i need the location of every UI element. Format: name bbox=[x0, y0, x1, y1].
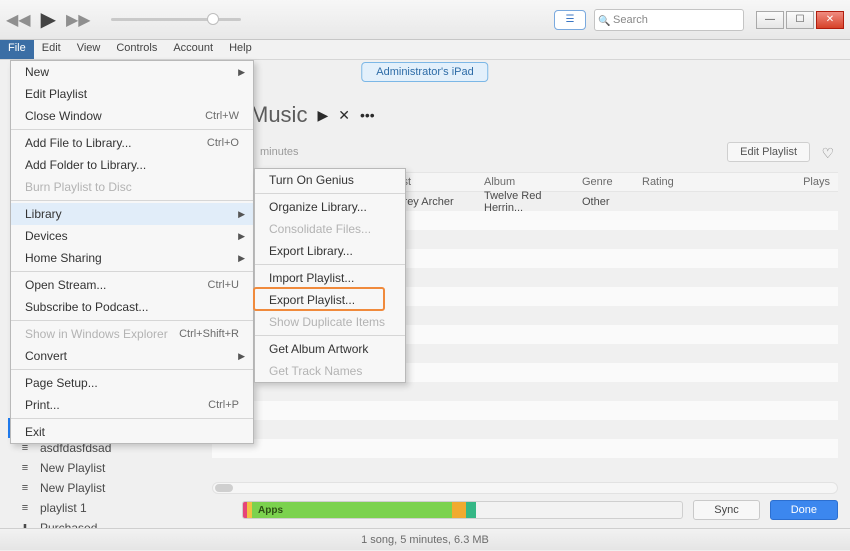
menu-item[interactable]: Print...Ctrl+P bbox=[11, 394, 253, 416]
col-genre[interactable]: Genre bbox=[576, 176, 636, 188]
love-icon[interactable]: ♡ bbox=[821, 145, 834, 162]
menu-file[interactable]: File bbox=[0, 40, 34, 59]
close-button[interactable]: ✕ bbox=[816, 11, 844, 29]
play-button[interactable]: ▶ bbox=[41, 7, 56, 32]
col-rating[interactable]: Rating bbox=[636, 176, 696, 188]
table-row[interactable] bbox=[212, 439, 838, 458]
play-all-icon[interactable]: ▶ bbox=[317, 107, 328, 124]
menu-item[interactable]: Get Album Artwork bbox=[255, 338, 405, 360]
shuffle-icon[interactable]: ✕ bbox=[338, 107, 350, 124]
menu-item: Consolidate Files... bbox=[255, 218, 405, 240]
sync-button[interactable]: Sync bbox=[693, 500, 759, 520]
table-row[interactable] bbox=[212, 420, 838, 439]
maximize-button[interactable]: ☐ bbox=[786, 11, 814, 29]
titlebar-right: ☰ Search — ☐ ✕ bbox=[554, 9, 844, 31]
more-icon[interactable]: ••• bbox=[360, 107, 375, 123]
list-view-toggle[interactable]: ☰ bbox=[554, 10, 586, 30]
playlist-subinfo: minutes bbox=[260, 146, 299, 158]
col-album[interactable]: Album bbox=[478, 176, 576, 188]
menu-item[interactable]: Close WindowCtrl+W bbox=[11, 105, 253, 127]
device-pill[interactable]: Administrator's iPad bbox=[361, 62, 488, 82]
storage-bar-row: Apps Sync Done bbox=[242, 500, 838, 520]
menu-item: Show in Windows ExplorerCtrl+Shift+R bbox=[11, 323, 253, 345]
window-buttons: — ☐ ✕ bbox=[756, 11, 844, 29]
next-track-button[interactable]: ▶▶ bbox=[66, 10, 91, 30]
menu-item[interactable]: Export Playlist... bbox=[255, 289, 405, 311]
prev-track-button[interactable]: ◀◀ bbox=[6, 10, 31, 30]
menu-item[interactable]: Export Library... bbox=[255, 240, 405, 262]
menu-item[interactable]: Add File to Library...Ctrl+O bbox=[11, 132, 253, 154]
volume-thumb[interactable] bbox=[207, 13, 219, 25]
library-submenu: Turn On Genius Organize Library...Consoli… bbox=[254, 168, 406, 383]
sidebar-label: playlist 1 bbox=[40, 501, 87, 515]
storage-seg-orange bbox=[452, 502, 466, 518]
cell-album: Twelve Red Herrin... bbox=[478, 190, 576, 214]
menu-controls[interactable]: Controls bbox=[108, 40, 165, 59]
table-row[interactable] bbox=[212, 401, 838, 420]
menubar: FileEditViewControlsAccountHelp bbox=[0, 40, 850, 60]
menu-item[interactable]: Library▶ bbox=[11, 203, 253, 225]
done-button[interactable]: Done bbox=[770, 500, 838, 520]
cell-genre: Other bbox=[576, 196, 636, 208]
menu-item: Get Track Names bbox=[255, 360, 405, 382]
page-title: Music bbox=[250, 102, 307, 128]
transport-controls: ◀◀ ▶ ▶▶ bbox=[6, 7, 241, 32]
sidebar-item[interactable]: ≡ playlist 1 bbox=[8, 498, 208, 518]
sidebar-item[interactable]: ≡ New Playlist bbox=[8, 458, 208, 478]
storage-seg-teal bbox=[466, 502, 476, 518]
menu-item[interactable]: Subscribe to Podcast... bbox=[11, 296, 253, 318]
menu-edit[interactable]: Edit bbox=[34, 40, 69, 59]
search-placeholder: Search bbox=[613, 14, 648, 26]
menu-item[interactable]: Edit Playlist bbox=[11, 83, 253, 105]
menu-item[interactable]: Home Sharing▶ bbox=[11, 247, 253, 269]
edit-playlist-button[interactable]: Edit Playlist bbox=[727, 142, 810, 162]
sidebar-icon: ≡ bbox=[18, 462, 32, 474]
menu-view[interactable]: View bbox=[69, 40, 109, 59]
menu-item[interactable]: Turn On Genius bbox=[255, 169, 405, 191]
menu-item[interactable]: Organize Library... bbox=[255, 196, 405, 218]
storage-bar: Apps bbox=[242, 501, 683, 519]
search-input[interactable]: Search bbox=[594, 9, 744, 31]
menu-item[interactable]: New▶ bbox=[11, 61, 253, 83]
storage-seg-apps: Apps bbox=[252, 502, 452, 518]
col-plays[interactable]: Plays bbox=[696, 176, 838, 188]
file-menu: New▶Edit PlaylistClose WindowCtrl+W Add F… bbox=[10, 60, 254, 444]
volume-slider[interactable] bbox=[111, 18, 241, 21]
titlebar: ◀◀ ▶ ▶▶ ☰ Search — ☐ ✕ bbox=[0, 0, 850, 40]
menu-item: Burn Playlist to Disc bbox=[11, 176, 253, 198]
sidebar-label: New Playlist bbox=[40, 461, 105, 475]
sidebar-icon: ≡ bbox=[18, 482, 32, 494]
menu-item[interactable]: Import Playlist... bbox=[255, 267, 405, 289]
horizontal-scrollbar[interactable] bbox=[212, 482, 838, 494]
minimize-button[interactable]: — bbox=[756, 11, 784, 29]
menu-account[interactable]: Account bbox=[165, 40, 221, 59]
sidebar-icon: ≡ bbox=[18, 502, 32, 514]
menu-help[interactable]: Help bbox=[221, 40, 260, 59]
table-row[interactable] bbox=[212, 382, 838, 401]
menu-item[interactable]: Add Folder to Library... bbox=[11, 154, 253, 176]
menu-item[interactable]: Convert▶ bbox=[11, 345, 253, 367]
scroll-thumb[interactable] bbox=[215, 484, 233, 492]
menu-item[interactable]: Devices▶ bbox=[11, 225, 253, 247]
sidebar-label: New Playlist bbox=[40, 481, 105, 495]
menu-item[interactable]: Open Stream...Ctrl+U bbox=[11, 274, 253, 296]
content-header: Music ▶ ✕ ••• bbox=[250, 102, 375, 128]
sidebar-item[interactable]: ≡ New Playlist bbox=[8, 478, 208, 498]
status-bar: 1 song, 5 minutes, 6.3 MB bbox=[0, 528, 850, 550]
menu-item[interactable]: Exit bbox=[11, 421, 253, 443]
menu-item[interactable]: Page Setup... bbox=[11, 372, 253, 394]
menu-item: Show Duplicate Items bbox=[255, 311, 405, 333]
